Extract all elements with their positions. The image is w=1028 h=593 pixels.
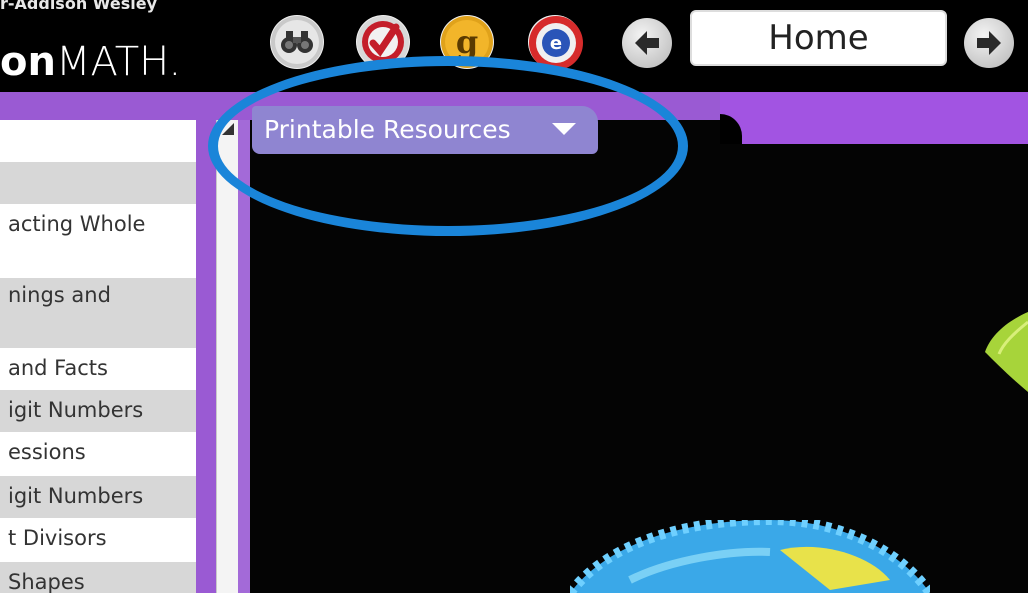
sidebar-border [196, 120, 216, 593]
tab-strip-right [720, 92, 1028, 144]
list-item[interactable]: and Facts [0, 348, 196, 390]
sidebar-list: acting Whole nings and and Facts igit Nu… [0, 120, 196, 593]
main-content [250, 120, 1028, 593]
back-button[interactable] [622, 18, 672, 68]
scroll-up-icon[interactable] [219, 120, 237, 138]
arrow-left-icon [635, 31, 659, 55]
publisher-text: r-Addison Wesley [0, 0, 157, 13]
brand-bold: on [0, 39, 56, 85]
glossary-button[interactable]: g [440, 15, 494, 69]
app-window: r-Addison Wesley onMATH. g e Home acting… [0, 0, 1028, 593]
sidebar-scrollbar[interactable] [216, 120, 238, 593]
location-field[interactable]: Home [690, 10, 947, 66]
chevron-down-icon[interactable] [552, 121, 576, 137]
arrow-right-icon [977, 31, 1001, 55]
list-item[interactable]: t Divisors [0, 518, 196, 562]
svg-text:g: g [456, 23, 478, 61]
list-item [0, 244, 196, 278]
etools-button[interactable]: e [528, 15, 583, 70]
tab-printable-resources[interactable]: Printable Resources [252, 106, 598, 154]
header-bar: r-Addison Wesley onMATH. g e Home [0, 0, 1028, 92]
list-item[interactable]: Shapes [0, 562, 196, 593]
list-item[interactable]: igit Numbers [0, 476, 196, 518]
content-gutter [238, 120, 250, 593]
list-item[interactable] [0, 162, 196, 204]
list-item[interactable]: igit Numbers [0, 390, 196, 432]
binoculars-icon [271, 16, 323, 68]
ball-illustration [570, 520, 930, 593]
list-item[interactable]: essions [0, 432, 196, 476]
binoculars-button[interactable] [270, 15, 324, 69]
check-button[interactable] [356, 15, 410, 69]
checkmark-icon [357, 16, 409, 68]
glossary-g-icon: g [441, 16, 493, 68]
e-tools-icon: e [529, 16, 583, 70]
brand-light: MATH. [55, 39, 182, 85]
svg-text:e: e [550, 33, 562, 54]
leaf-illustration [985, 312, 1028, 392]
list-item[interactable]: nings and [0, 278, 196, 308]
forward-button[interactable] [964, 18, 1014, 68]
list-item [0, 308, 196, 348]
list-item [0, 120, 196, 162]
brand-logo: onMATH. [0, 38, 181, 86]
tab-label: Printable Resources [264, 115, 511, 144]
list-item[interactable]: acting Whole [0, 204, 196, 244]
